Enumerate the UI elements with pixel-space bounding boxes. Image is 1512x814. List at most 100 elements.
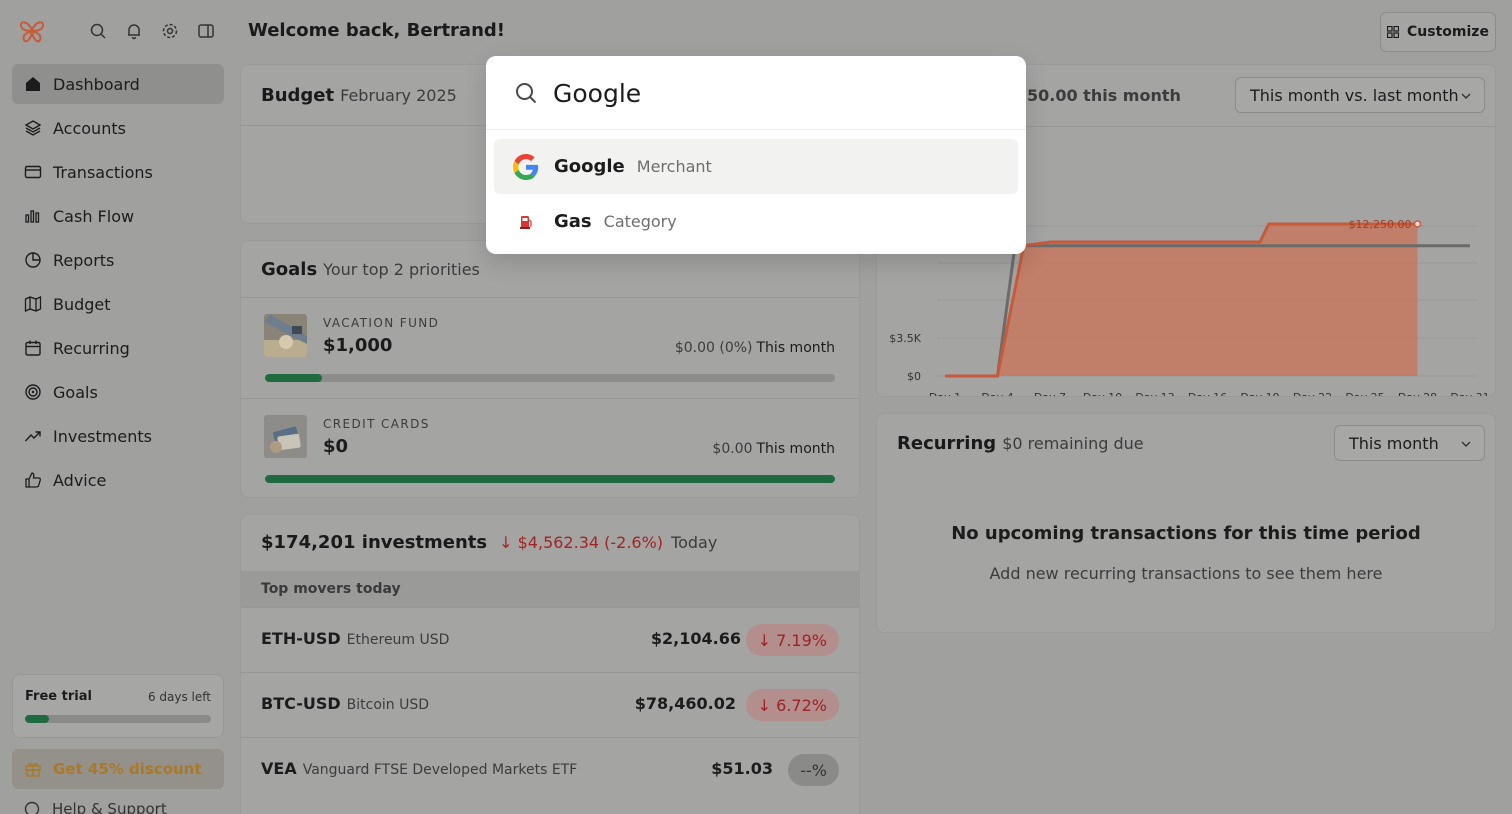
customize-label: Customize <box>1407 24 1489 40</box>
sidebar: Dashboard Accounts Transactions Cash Flo… <box>0 0 236 814</box>
sidebar-item-reports[interactable]: Reports <box>12 240 224 280</box>
mover-row[interactable]: BTC-USD Bitcoin USD $78,460.02 ↓ 6.72% <box>241 672 859 737</box>
goal-progress-fill <box>265 475 835 483</box>
sidebar-item-dashboard[interactable]: Dashboard <box>12 64 224 104</box>
discount-button[interactable]: Get 45% discount <box>12 749 224 789</box>
help-support-link[interactable]: Help & Support <box>24 800 167 814</box>
goal-amount: $1,000 <box>323 335 393 356</box>
map-icon <box>24 295 42 313</box>
mover-row[interactable]: VEA Vanguard FTSE Developed Markets ETF $… <box>241 737 859 802</box>
x-tick-label: Day 22 <box>1293 391 1332 397</box>
recurring-empty-subtitle: Add new recurring transactions to see th… <box>989 564 1383 583</box>
mover-symbol: BTC-USD Bitcoin USD <box>261 694 429 713</box>
goal-image <box>264 415 307 458</box>
help-icon <box>24 801 40 814</box>
sidebar-item-label: Transactions <box>53 162 153 182</box>
search-input[interactable] <box>553 74 993 112</box>
x-tick-label: Day 28 <box>1398 391 1437 397</box>
sidebar-item-label: Accounts <box>53 118 126 138</box>
bell-icon[interactable] <box>125 22 143 40</box>
mover-change-badge: ↓ 7.19% <box>745 624 839 656</box>
sidebar-item-advice[interactable]: Advice <box>12 460 224 500</box>
goals-subtitle: Your top 2 priorities <box>323 260 480 279</box>
goal-stat-value: $0.00 (0%) <box>674 340 753 356</box>
compare-period-select[interactable]: This month vs. last month <box>1235 77 1485 113</box>
goal-amount: $0 <box>323 436 349 457</box>
goal-image <box>264 314 307 357</box>
goals-title: Goals <box>261 259 318 280</box>
sidebar-item-recurring[interactable]: Recurring <box>12 328 224 368</box>
sidebar-item-label: Reports <box>53 250 115 270</box>
sidebar-item-label: Dashboard <box>53 74 140 94</box>
budget-title: Budget <box>261 85 335 106</box>
sidebar-item-goals[interactable]: Goals <box>12 372 224 412</box>
sidebar-toggle-icon[interactable] <box>197 22 215 40</box>
goal-item-credit-cards[interactable]: CREDIT CARDS $0 $0.00 This month <box>241 398 859 497</box>
sidebar-item-label: Cash Flow <box>53 206 135 226</box>
page-title: Welcome back, Bertrand! <box>248 20 505 41</box>
x-tick-label: Day 10 <box>1083 391 1122 397</box>
goal-name: VACATION FUND <box>323 316 440 330</box>
target-icon <box>25 384 41 400</box>
compare-period-value: This month vs. last month <box>1250 85 1459 105</box>
sidebar-item-investments[interactable]: Investments <box>12 416 224 456</box>
mover-row[interactable]: ETH-USD Ethereum USD $2,104.66 ↓ 7.19% <box>241 607 859 672</box>
mover-price: $2,104.66 <box>650 629 741 648</box>
investments-period: Today <box>671 533 718 552</box>
mover-price: $78,460.02 <box>634 694 736 713</box>
app-logo-icon[interactable] <box>18 17 46 45</box>
recurring-title: Recurring <box>897 433 997 454</box>
goal-progress-bar <box>265 374 835 382</box>
trial-label: Free trial <box>25 689 92 704</box>
thumbs-up-icon <box>25 472 41 488</box>
mover-name: Vanguard FTSE Developed Markets ETF <box>302 762 578 778</box>
search-result-gas[interactable]: Gas Category <box>494 194 1018 249</box>
sidebar-item-label: Budget <box>53 294 111 314</box>
credit-card-icon <box>24 165 42 179</box>
sidebar-item-transactions[interactable]: Transactions <box>12 152 224 192</box>
bar-chart-icon <box>25 210 40 223</box>
sidebar-item-budget[interactable]: Budget <box>12 284 224 324</box>
sidebar-item-cash-flow[interactable]: Cash Flow <box>12 196 224 236</box>
search-result-google[interactable]: Google Merchant <box>494 139 1018 194</box>
gear-icon[interactable] <box>161 22 179 40</box>
sidebar-item-accounts[interactable]: Accounts <box>12 108 224 148</box>
sidebar-item-label: Investments <box>53 426 152 446</box>
investments-change: ↓ $4,562.34 (-2.6%) <box>499 533 664 552</box>
result-type: Merchant <box>636 157 712 176</box>
trending-up-icon <box>24 431 41 442</box>
goal-item-vacation-fund[interactable]: VACATION FUND $1,000 $0.00 (0%) This mont… <box>241 297 859 397</box>
goal-progress-bar <box>265 475 835 483</box>
spending-amount: 50.00 this month <box>1027 86 1181 105</box>
result-type: Category <box>603 212 677 231</box>
sidebar-item-label: Recurring <box>53 338 130 358</box>
end-point-marker <box>1413 220 1422 228</box>
recurring-period-value: This month <box>1349 433 1439 453</box>
mover-name: Ethereum USD <box>346 632 450 648</box>
goal-name: CREDIT CARDS <box>323 417 430 431</box>
search-icon[interactable] <box>89 22 107 40</box>
result-name: Google <box>554 156 625 177</box>
search-icon <box>516 83 537 104</box>
trial-progress-fill <box>25 715 50 723</box>
y-tick-label: $0 <box>907 370 921 383</box>
investments-header: $174,201 investments ↓ $4,562.34 (-2.6%)… <box>261 532 717 553</box>
recurring-subtitle: $0 remaining due <box>1002 434 1144 453</box>
mover-symbol-text: ETH-USD <box>261 629 341 648</box>
goals-header: Goals Your top 2 priorities <box>261 259 480 280</box>
budget-header: Budget February 2025 <box>261 85 457 106</box>
pie-chart-icon <box>25 252 41 268</box>
help-label: Help & Support <box>52 800 167 814</box>
trial-days-left: 6 days left <box>147 689 211 704</box>
sidebar-item-label: Advice <box>53 470 107 490</box>
goal-stat-period: This month <box>756 441 836 457</box>
recurring-header: Recurring $0 remaining due <box>897 433 1144 454</box>
customize-button[interactable]: Customize <box>1380 12 1496 52</box>
chevron-down-icon <box>1461 93 1471 99</box>
recurring-period-select[interactable]: This month <box>1334 425 1485 461</box>
y-tick-label: $3.5K <box>889 332 921 345</box>
x-tick-label: Day 4 <box>981 391 1013 397</box>
budget-period: February 2025 <box>340 86 457 105</box>
trial-progress-bar <box>25 715 211 723</box>
x-tick-label: Day 7 <box>1034 391 1066 397</box>
